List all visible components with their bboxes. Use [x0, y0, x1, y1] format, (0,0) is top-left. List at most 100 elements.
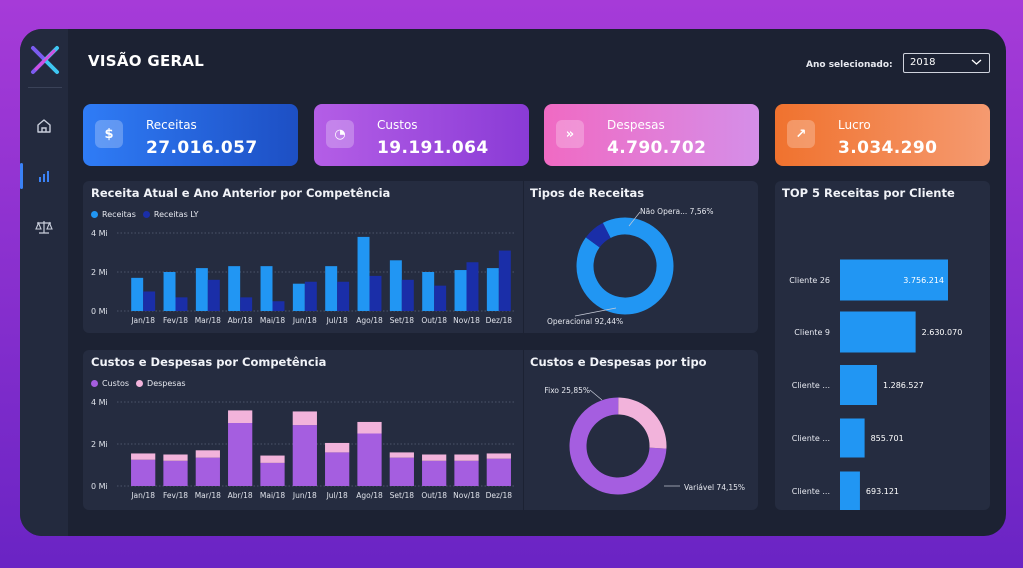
kpi-value: 19.191.064: [377, 138, 489, 158]
bar-receitas-ly: [207, 279, 220, 311]
kpi-value: 3.034.290: [838, 138, 938, 158]
bar-cliente: [840, 365, 877, 405]
kpi-label: Receitas: [146, 118, 197, 132]
donut-label: Fixo 25,85%: [544, 386, 590, 395]
trend-up-icon: ↗: [787, 120, 815, 148]
kpi-label: Despesas: [607, 118, 665, 132]
bar-custos: [228, 423, 253, 486]
bar-despesas: [422, 454, 447, 461]
year-select[interactable]: 2018: [903, 53, 990, 73]
data-label: 693.121: [866, 487, 899, 496]
data-label: 3.756.214: [903, 276, 944, 285]
x-tick-label: Jul/18: [326, 316, 348, 325]
sidebar-item-home[interactable]: [20, 111, 68, 141]
sidebar-item-charts[interactable]: [20, 161, 68, 191]
dashboard-frame: VISÃO GERAL Ano selecionado: 2018 $ Rece…: [20, 29, 1006, 536]
kpi-value: 4.790.702: [607, 138, 707, 158]
bar-receitas: [195, 268, 208, 311]
bar-custos: [325, 452, 350, 486]
bar-receitas: [357, 236, 370, 311]
x-tick-label: Abr/18: [228, 491, 253, 500]
dollar-icon: $: [95, 120, 123, 148]
bar-receitas-ly: [337, 281, 350, 311]
donut-leader-line: [589, 389, 603, 401]
category-label: Cliente ...: [792, 381, 830, 390]
x-tick-label: Jul/18: [326, 491, 348, 500]
bar-receitas: [292, 283, 305, 311]
bar-despesas: [486, 453, 511, 459]
bar-despesas: [228, 410, 253, 423]
bar-receitas: [389, 260, 402, 311]
x-tick-label: Fev/18: [163, 491, 188, 500]
data-label: 855.701: [871, 434, 904, 443]
x-tick-label: Jun/18: [292, 316, 317, 325]
tipos-receitas-donut: Operacional 92,44% Não Opera... 7,56%: [547, 207, 714, 326]
bar-despesas: [325, 442, 350, 453]
receita-bar-chart: 0 Mi 2 Mi 4 Mi Jan/18 Fev/18 Mar/18 Abr/18 Mai/…: [91, 229, 515, 325]
bar-custos: [131, 459, 156, 486]
x-tick-label: Set/18: [390, 316, 415, 325]
y-tick-label: 0 Mi: [91, 307, 108, 316]
year-filter-label: Ano selecionado:: [806, 60, 893, 70]
bar-chart-icon: [39, 171, 49, 182]
data-label: 1.286.527: [883, 381, 924, 390]
bar-custos: [454, 460, 479, 486]
bar-custos: [260, 462, 285, 486]
custos-panel: Custos e Despesas por Competência Custos…: [83, 350, 758, 510]
y-tick-label: 0 Mi: [91, 482, 108, 491]
bar-custos: [292, 425, 317, 486]
bar-receitas: [163, 272, 176, 311]
x-tick-label: Dez/18: [486, 316, 513, 325]
bar-custos: [357, 433, 382, 486]
bar-receitas-ly: [434, 285, 447, 311]
x-tick-label: Abr/18: [228, 316, 253, 325]
donut-label: Operacional 92,44%: [547, 317, 623, 326]
category-label: Cliente 26: [789, 276, 830, 285]
year-select-value: 2018: [910, 57, 936, 68]
chevrons-down-icon: »: [556, 120, 584, 148]
sidebar-item-balance[interactable]: [20, 212, 68, 242]
data-label: 2.630.070: [922, 328, 963, 337]
bar-despesas: [292, 411, 317, 426]
bar-custos: [389, 457, 414, 486]
x-tick-label: Nov/18: [453, 491, 480, 500]
x-tick-label: Jan/18: [130, 491, 155, 500]
kpi-card-receitas: $ Receitas 27.016.057: [83, 104, 298, 166]
x-tick-label: Fev/18: [163, 316, 188, 325]
donut-slice-operacional: [576, 217, 674, 315]
bar-custos: [486, 458, 511, 486]
bar-receitas-ly: [272, 301, 285, 311]
x-tick-label: Dez/18: [486, 491, 513, 500]
kpi-card-lucro: ↗ Lucro 3.034.290: [775, 104, 990, 166]
x-tick-label: Out/18: [421, 316, 447, 325]
bar-receitas: [228, 266, 241, 311]
bar-receitas: [422, 272, 435, 311]
bar-despesas: [163, 454, 188, 461]
bar-despesas: [357, 421, 382, 434]
top5-bar-chart: Cliente 26 3.756.214 Cliente 9 2.630.070 Cli…: [789, 259, 963, 510]
sidebar: [20, 29, 68, 536]
bar-receitas-ly: [143, 291, 156, 311]
bar-receitas: [131, 277, 144, 311]
bar-receitas: [325, 266, 338, 311]
bar-custos: [163, 460, 188, 486]
x-tick-label: Set/18: [390, 491, 415, 500]
bar-despesas: [131, 453, 156, 460]
bar-receitas-ly: [240, 297, 253, 311]
kpi-card-custos: ◔ Custos 19.191.064: [314, 104, 529, 166]
bar-receitas-ly: [498, 250, 511, 311]
kpi-value: 27.016.057: [146, 138, 258, 158]
page-title: VISÃO GERAL: [88, 52, 205, 70]
bar-receitas-ly: [369, 275, 382, 311]
x-tick-label: Nov/18: [453, 316, 480, 325]
x-tick-label: Mai/18: [260, 491, 285, 500]
category-label: Cliente 9: [794, 328, 830, 337]
receita-panel: Receita Atual e Ano Anterior por Competê…: [83, 181, 758, 333]
bar-despesas: [195, 450, 220, 458]
balance-scale-icon: [35, 221, 53, 234]
donut-label: Variável 74,15%: [684, 483, 745, 492]
kpi-card-despesas: » Despesas 4.790.702: [544, 104, 759, 166]
bar-receitas-ly: [466, 262, 479, 311]
kpi-label: Custos: [377, 118, 418, 132]
category-label: Cliente ...: [792, 434, 830, 443]
